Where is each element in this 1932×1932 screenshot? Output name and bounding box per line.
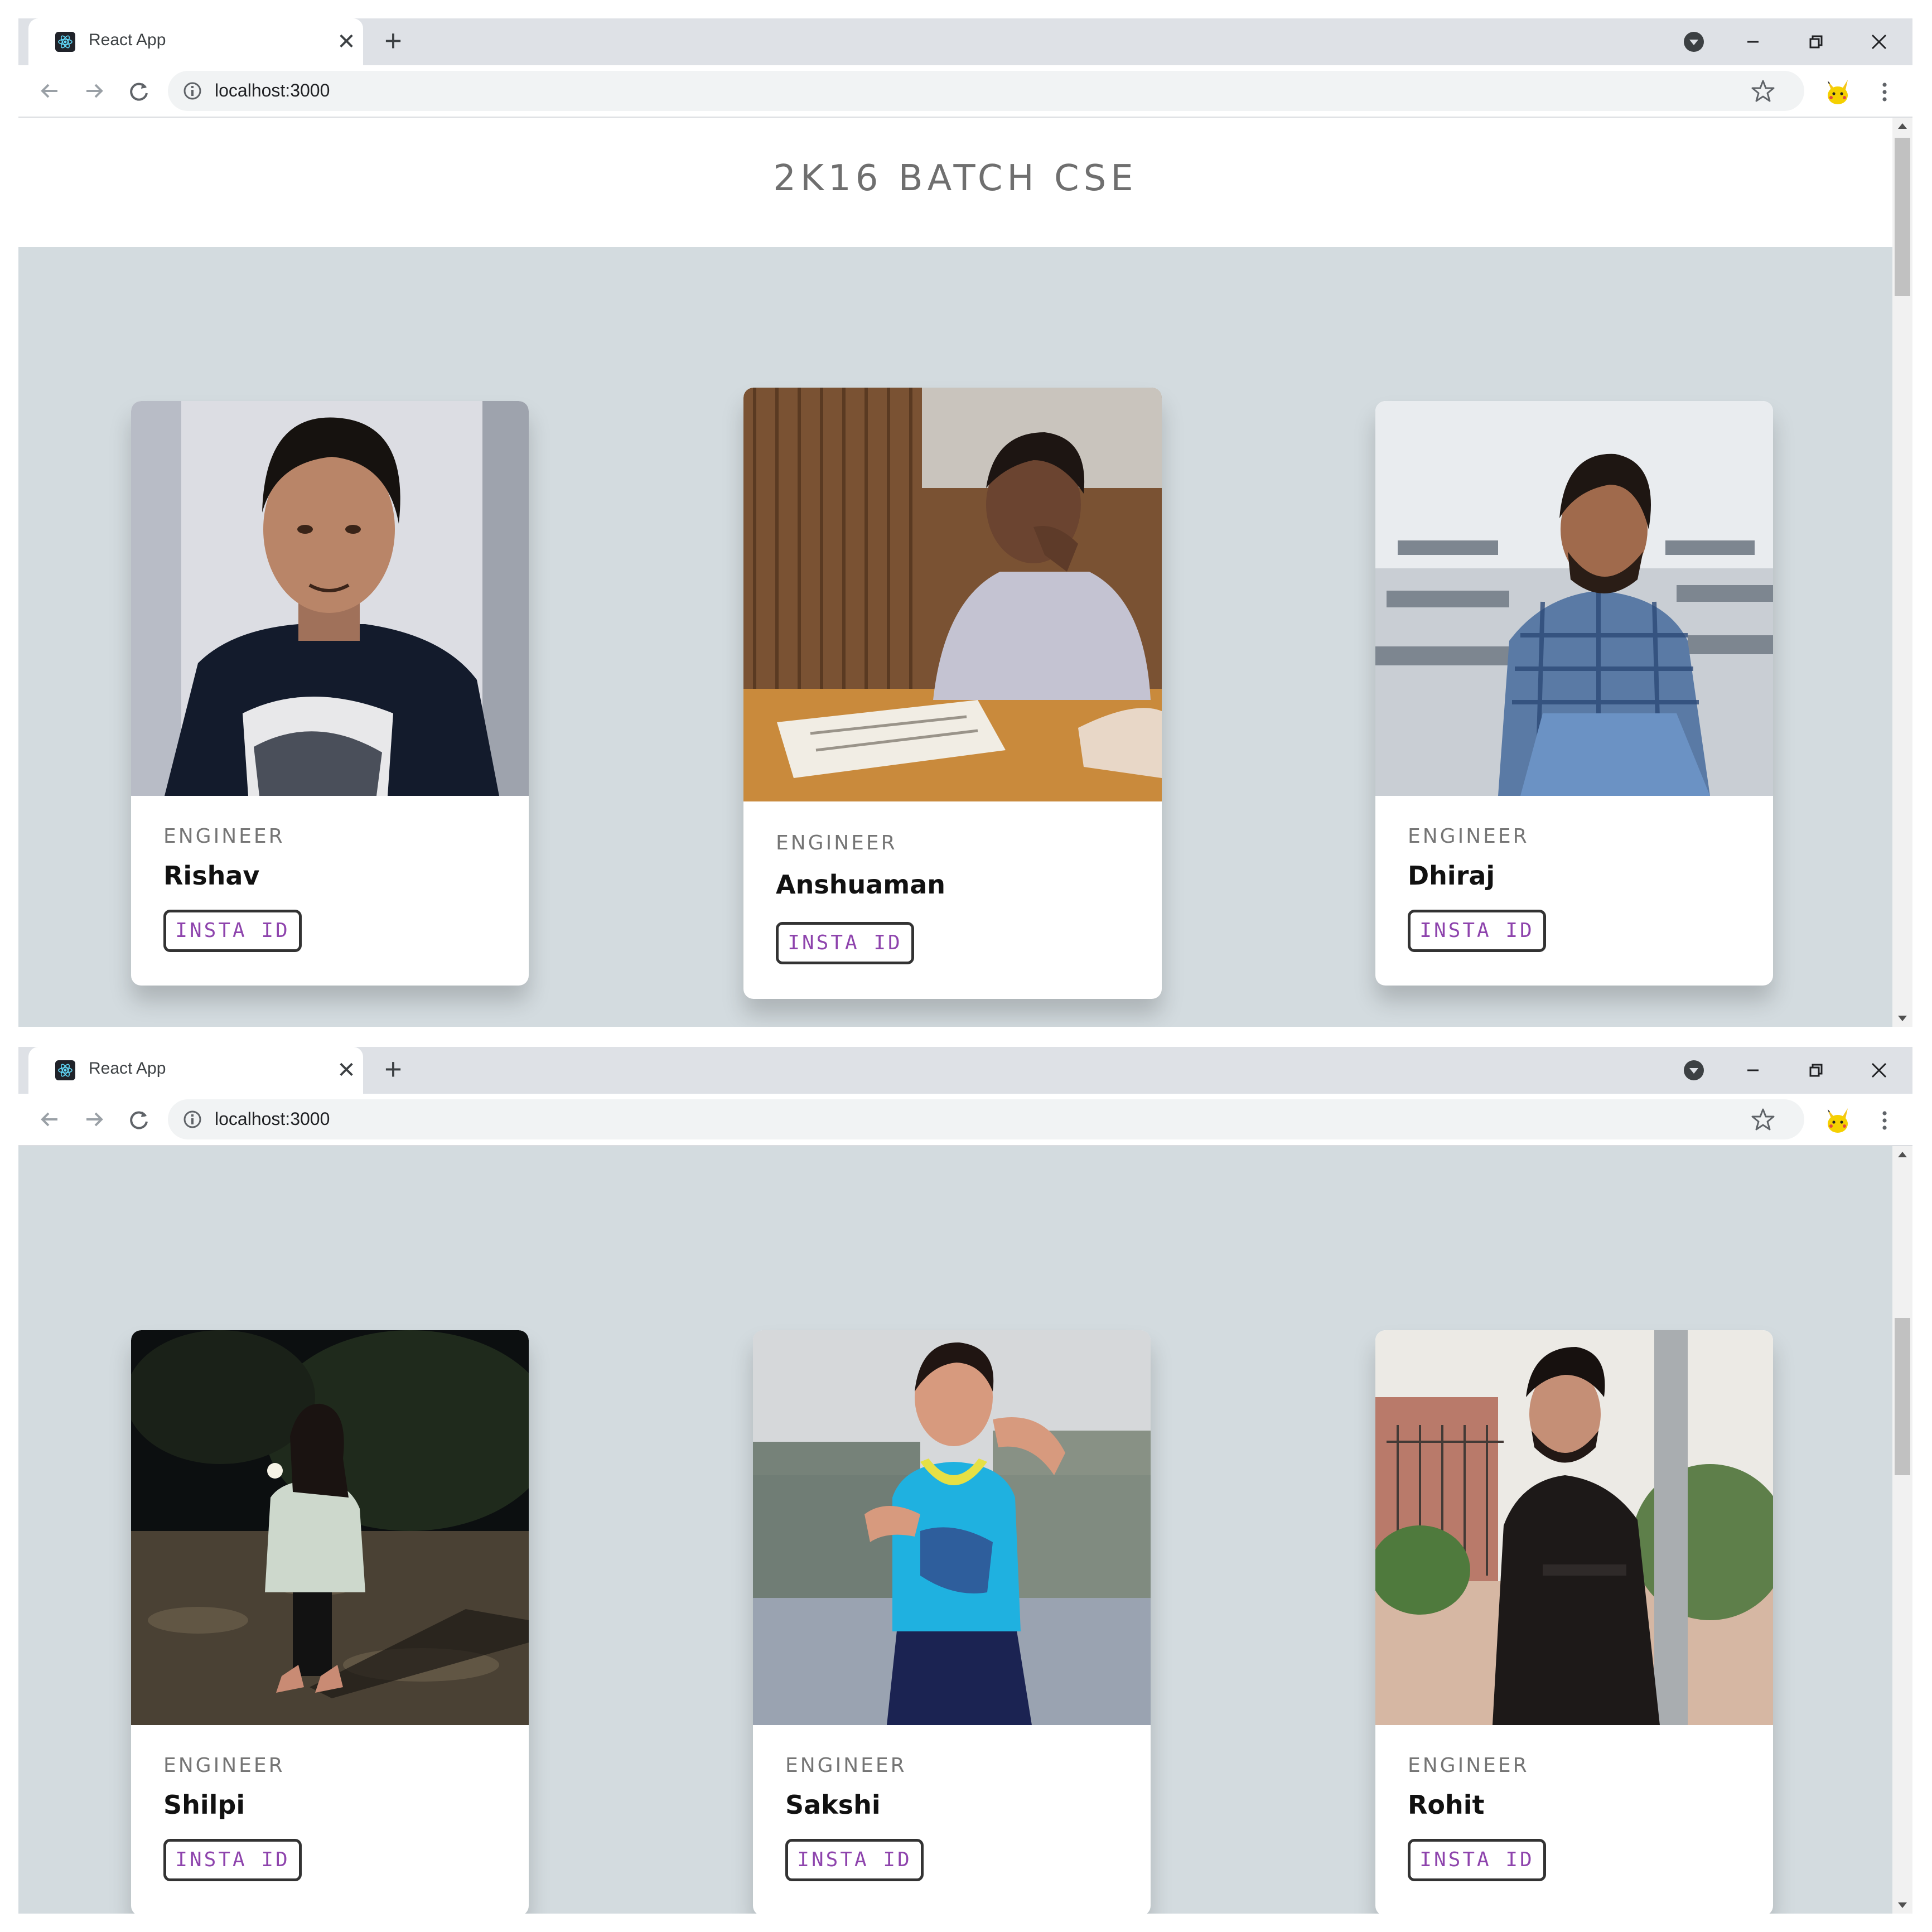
scroll-up-icon[interactable]	[1898, 123, 1907, 129]
scrollbar[interactable]	[1892, 1146, 1912, 1914]
profile-card: ENGINEER Dhiraj INSTA ID	[1375, 401, 1773, 986]
insta-id-button[interactable]: INSTA ID	[163, 910, 302, 952]
browser-toolbar: localhost:3000	[18, 65, 1912, 118]
restore-icon[interactable]	[1795, 1051, 1836, 1089]
insta-id-button[interactable]: INSTA ID	[1408, 910, 1546, 952]
card-role: ENGINEER	[785, 1754, 907, 1777]
insta-id-button[interactable]: INSTA ID	[163, 1839, 302, 1881]
tab-title: React App	[89, 31, 166, 49]
page-title: 2K16 BATCH CSE	[773, 158, 1138, 199]
reload-icon[interactable]	[123, 75, 154, 107]
close-icon[interactable]: ✕	[330, 25, 363, 59]
minimize-icon[interactable]	[1733, 23, 1773, 61]
url-text[interactable]: localhost:3000	[215, 80, 330, 101]
card-name: Sakshi	[785, 1790, 881, 1820]
card-photo	[131, 401, 529, 796]
browser-window-top: React App ✕ + localhost:3000 2K16 BATCH …	[18, 18, 1912, 1027]
info-icon[interactable]	[182, 81, 202, 101]
close-window-icon[interactable]	[1859, 23, 1899, 61]
scroll-down-icon[interactable]	[1898, 1902, 1907, 1908]
plus-icon[interactable]: +	[376, 25, 410, 59]
card-role: ENGINEER	[1408, 825, 1529, 848]
forward-icon[interactable]	[79, 75, 110, 107]
card-photo	[753, 1330, 1151, 1725]
scroll-thumb[interactable]	[1895, 1318, 1910, 1475]
react-favicon-icon	[55, 1060, 75, 1080]
page-header: 2K16 BATCH CSE	[18, 118, 1892, 247]
forward-icon[interactable]	[79, 1104, 110, 1135]
pikachu-extension-icon[interactable]	[1822, 1105, 1853, 1136]
tab-strip: React App ✕ +	[18, 18, 1912, 65]
card-photo	[1375, 401, 1773, 796]
page-viewport: 2K16 BATCH CSE ENGINEER Rishav INSTA ID …	[18, 118, 1892, 1027]
profile-card: ENGINEER Sakshi INSTA ID	[753, 1330, 1151, 1914]
browser-tab[interactable]: React App ✕	[28, 18, 363, 65]
menu-icon[interactable]	[1869, 76, 1900, 108]
browser-window-bottom: React App ✕ + localhost:3000 ENGINEER Sh…	[18, 1047, 1912, 1914]
profile-icon[interactable]	[1679, 27, 1708, 56]
profile-card: ENGINEER Shilpi INSTA ID	[131, 1330, 529, 1914]
close-window-icon[interactable]	[1859, 1051, 1899, 1089]
menu-icon[interactable]	[1869, 1105, 1900, 1136]
card-role: ENGINEER	[776, 832, 897, 854]
insta-id-button[interactable]: INSTA ID	[1408, 1839, 1546, 1881]
react-favicon-icon	[55, 32, 75, 52]
tab-strip: React App ✕ +	[18, 1047, 1912, 1094]
card-role: ENGINEER	[1408, 1754, 1529, 1777]
card-name: Dhiraj	[1408, 861, 1495, 891]
profile-card: ENGINEER Rohit INSTA ID	[1375, 1330, 1773, 1914]
close-icon[interactable]: ✕	[330, 1054, 363, 1087]
star-icon[interactable]	[1750, 78, 1776, 104]
info-icon[interactable]	[182, 1109, 202, 1129]
card-role: ENGINEER	[163, 1754, 285, 1777]
restore-icon[interactable]	[1795, 23, 1836, 61]
insta-id-button[interactable]: INSTA ID	[776, 922, 914, 964]
card-photo	[131, 1330, 529, 1725]
card-role: ENGINEER	[163, 825, 285, 848]
scrollbar[interactable]	[1892, 118, 1912, 1027]
reload-icon[interactable]	[123, 1104, 154, 1135]
card-name: Rishav	[163, 861, 260, 891]
scroll-up-icon[interactable]	[1898, 1152, 1907, 1157]
card-name: Rohit	[1408, 1790, 1485, 1820]
browser-toolbar: localhost:3000	[18, 1094, 1912, 1146]
url-text[interactable]: localhost:3000	[215, 1109, 330, 1129]
pikachu-extension-icon[interactable]	[1822, 76, 1853, 108]
profile-icon[interactable]	[1679, 1056, 1708, 1085]
card-photo	[1375, 1330, 1773, 1725]
minimize-icon[interactable]	[1733, 1051, 1773, 1089]
profile-card: ENGINEER Anshuaman INSTA ID	[743, 388, 1162, 999]
browser-tab[interactable]: React App ✕	[28, 1047, 363, 1094]
scroll-down-icon[interactable]	[1898, 1016, 1907, 1021]
cards-section: ENGINEER Shilpi INSTA ID ENGINEER Sakshi…	[18, 1146, 1892, 1914]
back-icon[interactable]	[34, 1104, 65, 1135]
cards-section: ENGINEER Rishav INSTA ID ENGINEER Anshua…	[18, 247, 1892, 1027]
card-name: Anshuaman	[776, 870, 945, 900]
card-photo	[743, 388, 1162, 801]
star-icon[interactable]	[1750, 1106, 1776, 1133]
insta-id-button[interactable]: INSTA ID	[785, 1839, 924, 1881]
back-icon[interactable]	[34, 75, 65, 107]
card-name: Shilpi	[163, 1790, 245, 1820]
page-viewport: ENGINEER Shilpi INSTA ID ENGINEER Sakshi…	[18, 1146, 1892, 1914]
scroll-thumb[interactable]	[1895, 138, 1910, 296]
profile-card: ENGINEER Rishav INSTA ID	[131, 401, 529, 986]
address-bar[interactable]: localhost:3000	[168, 1099, 1804, 1139]
address-bar[interactable]: localhost:3000	[168, 71, 1804, 111]
tab-title: React App	[89, 1059, 166, 1078]
plus-icon[interactable]: +	[376, 1054, 410, 1087]
